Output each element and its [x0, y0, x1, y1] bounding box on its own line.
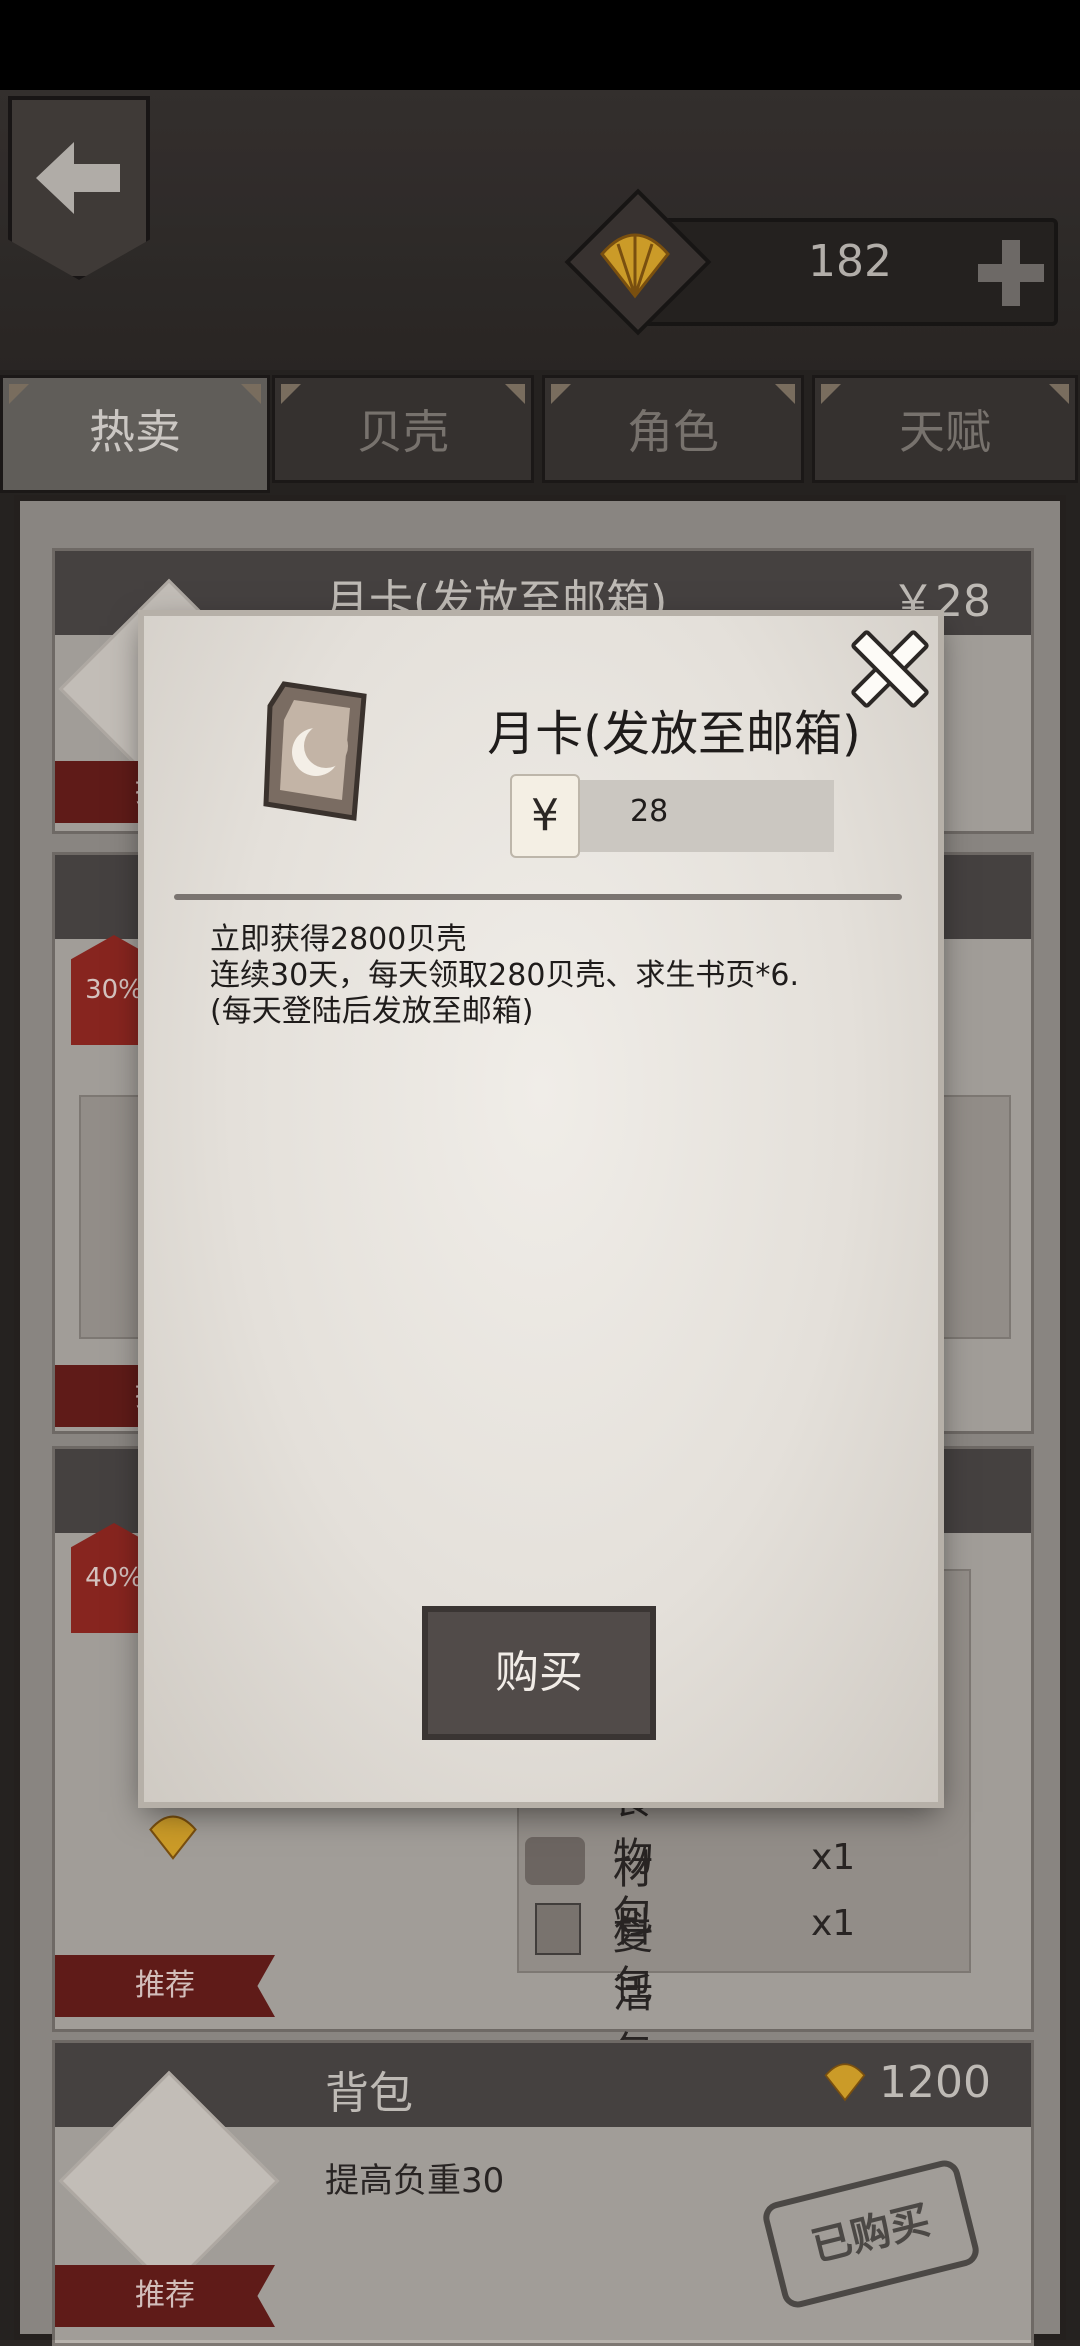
- dialog-price: 28: [630, 794, 669, 829]
- dialog-title: 月卡(发放至邮箱): [487, 706, 861, 762]
- divider: [174, 894, 902, 900]
- monthly-card-icon: [263, 681, 367, 821]
- price-row: ¥ 28: [510, 774, 834, 858]
- close-icon[interactable]: [848, 628, 922, 702]
- dialog-description-line: (每天登陆后发放至邮箱): [210, 994, 534, 1029]
- yen-icon: ¥: [510, 774, 580, 858]
- buy-button[interactable]: 购买: [422, 1606, 656, 1740]
- purchase-dialog: 月卡(发放至邮箱) ¥ 28 立即获得2800贝壳 连续30天，每天领取280贝…: [144, 616, 938, 1802]
